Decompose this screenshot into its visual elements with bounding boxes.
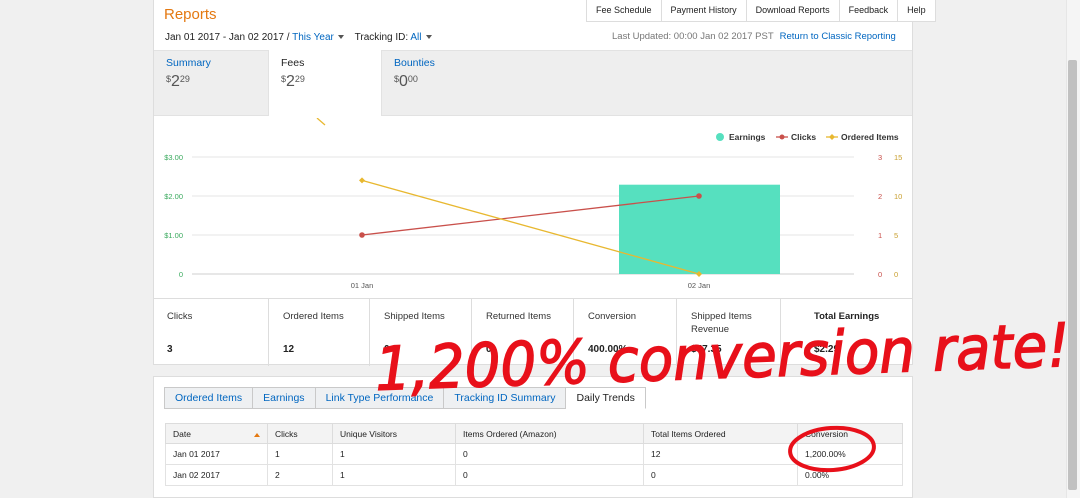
- bounties-metric-tab[interactable]: Bounties $000: [382, 50, 496, 116]
- tracking-value: All: [410, 32, 422, 43]
- right-axis-clicks-tick-label: 1: [878, 231, 882, 240]
- table-row: Jan 01 2017 1 1 0 12 1,200.00%: [165, 443, 903, 465]
- fee-schedule-tab[interactable]: Fee Schedule: [587, 0, 662, 22]
- cell-conversion: 0.00%: [797, 464, 903, 486]
- legend-ordered-items-label: Ordered Items: [841, 132, 899, 142]
- cell-items-ordered-amazon: 0: [455, 443, 644, 465]
- tab-tracking-id-summary[interactable]: Tracking ID Summary: [444, 387, 567, 409]
- col-clicks[interactable]: Clicks: [267, 423, 333, 444]
- right-axis-clicks-tick-label: 2: [878, 192, 882, 201]
- cell-date: Jan 01 2017: [165, 443, 268, 465]
- stat-shipped-items: Shipped Items 0: [370, 299, 472, 366]
- col-unique-visitors[interactable]: Unique Visitors: [332, 423, 456, 444]
- chevron-down-icon: [425, 35, 432, 40]
- cell-conversion: 1,200.00%: [797, 443, 903, 465]
- tab-link-type-performance[interactable]: Link Type Performance: [315, 387, 445, 409]
- bounties-value: $000: [394, 73, 418, 90]
- tab-earnings[interactable]: Earnings: [253, 387, 316, 409]
- left-axis-tick-label: 0: [179, 270, 183, 279]
- last-updated: Last Updated: 00:00 Jan 02 2017 PST Retur…: [612, 31, 896, 42]
- right-axis-items-tick-label: 15: [894, 153, 902, 162]
- tracking-label: Tracking ID:: [354, 32, 409, 43]
- cell-clicks: 1: [267, 443, 333, 465]
- period-dropdown[interactable]: This Year: [292, 32, 344, 43]
- download-reports-tab[interactable]: Download Reports: [746, 0, 840, 22]
- right-axis-clicks-tick-label: 0: [878, 270, 882, 279]
- x-axis-tick-label: 01 Jan: [351, 281, 374, 290]
- cell-unique-visitors: 1: [332, 443, 456, 465]
- stat-shipped-revenue: Shipped Items Revenue $57.35: [677, 299, 781, 366]
- right-axis-items-tick-label: 0: [894, 270, 898, 279]
- page-title: Reports: [164, 6, 217, 23]
- chevron-down-icon: [337, 35, 344, 40]
- stat-clicks: Clicks 3: [153, 299, 269, 366]
- period-label: This Year: [292, 32, 334, 43]
- earnings-chart: 0 $1.00 $2.00 $3.00 0 1 2 3 0 5 10 15 01 Jan 02 Jan Ea…: [164, 118, 902, 290]
- legend-earnings-label: Earnings: [729, 132, 766, 142]
- help-tab[interactable]: Help: [898, 0, 936, 22]
- feedback-tab[interactable]: Feedback: [839, 0, 899, 22]
- clicks-point: [696, 193, 702, 199]
- cell-items-ordered-amazon: 0: [455, 464, 644, 486]
- last-updated-text: Last Updated: 00:00 Jan 02 2017 PST: [612, 31, 774, 42]
- legend-ordered-items-marker: [829, 134, 835, 140]
- right-axis-items-tick-label: 10: [894, 192, 902, 201]
- payment-history-tab[interactable]: Payment History: [661, 0, 747, 22]
- col-date[interactable]: Date: [165, 423, 268, 444]
- col-conversion[interactable]: Conversion: [797, 423, 903, 444]
- legend-earnings-swatch: [716, 133, 724, 141]
- left-axis-tick-label: $2.00: [164, 192, 183, 201]
- top-nav-tabs: Fee Schedule Payment History Download Re…: [586, 0, 936, 22]
- fees-label: Fees: [281, 57, 305, 69]
- bounties-label: Bounties: [394, 57, 435, 69]
- cell-total-items-ordered: 0: [643, 464, 798, 486]
- legend-clicks-marker: [779, 134, 785, 140]
- date-separator: /: [283, 32, 293, 43]
- clicks-point: [359, 232, 365, 238]
- cell-clicks: 2: [267, 464, 333, 486]
- table-header-row: Date Clicks Unique Visitors Items Ordere…: [165, 423, 903, 444]
- fees-value: $229: [281, 73, 305, 90]
- tab-ordered-items[interactable]: Ordered Items: [164, 387, 254, 409]
- right-axis-clicks-tick-label: 3: [878, 153, 882, 162]
- stats-summary-row: Clicks 3 Ordered Items 12 Shipped Items 0 R…: [153, 298, 913, 366]
- fees-metric-tab[interactable]: Fees $229: [268, 50, 382, 116]
- left-axis-tick-label: $3.00: [164, 153, 183, 162]
- sort-ascending-icon: [254, 432, 260, 437]
- report-subtabs: Ordered Items Earnings Link Type Perform…: [164, 387, 646, 409]
- right-axis-items-tick-label: 5: [894, 231, 898, 240]
- table-row: Jan 02 2017 2 1 0 0 0.00%: [165, 464, 903, 486]
- left-axis-tick-label: $1.00: [164, 231, 183, 240]
- col-items-ordered-amazon[interactable]: Items Ordered (Amazon): [455, 423, 644, 444]
- x-axis-tick-label: 02 Jan: [688, 281, 711, 290]
- page-left-margin: [0, 0, 153, 498]
- classic-reporting-link[interactable]: Return to Classic Reporting: [780, 31, 896, 42]
- ordered-items-point: [359, 177, 365, 184]
- cell-total-items-ordered: 12: [643, 443, 798, 465]
- active-tab-pointer: [316, 118, 326, 126]
- legend-clicks-label: Clicks: [791, 132, 816, 142]
- page-right-margin: [913, 0, 1080, 498]
- stat-conversion: Conversion 400.00%: [574, 299, 677, 366]
- scrollbar-thumb[interactable]: [1068, 60, 1077, 490]
- stat-total-earnings: Total Earnings $2.29: [814, 311, 880, 355]
- report-filters: Jan 01 2017 - Jan 02 2017 / This Year Tr…: [165, 32, 432, 43]
- summary-value: $229: [166, 73, 190, 90]
- tab-daily-trends[interactable]: Daily Trends: [566, 387, 646, 409]
- cell-date: Jan 02 2017: [165, 464, 268, 486]
- daily-trends-table: Date Clicks Unique Visitors Items Ordere…: [165, 423, 903, 486]
- stat-ordered-items: Ordered Items 12: [269, 299, 370, 366]
- summary-label: Summary: [166, 57, 211, 69]
- cell-unique-visitors: 1: [332, 464, 456, 486]
- date-range: Jan 01 2017 - Jan 02 2017: [165, 32, 284, 43]
- col-total-items-ordered[interactable]: Total Items Ordered: [643, 423, 798, 444]
- stat-returned-items: Returned Items 0: [472, 299, 574, 366]
- summary-metric-tab[interactable]: Summary $229: [154, 50, 268, 116]
- tracking-id-dropdown[interactable]: Tracking ID: All: [355, 32, 432, 43]
